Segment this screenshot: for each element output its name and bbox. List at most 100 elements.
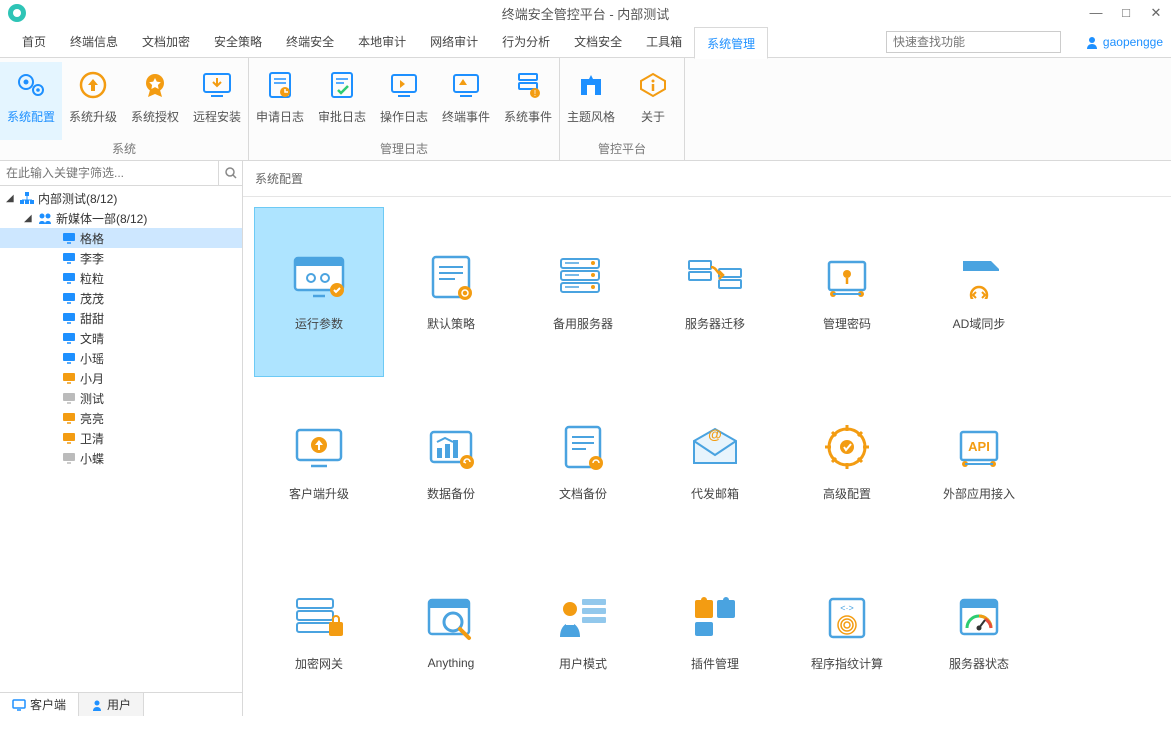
ribbon-label: 操作日志 (380, 108, 428, 125)
search-input[interactable] (886, 31, 1061, 53)
content-header: 系统配置 (243, 161, 1171, 197)
tree-node[interactable]: 李李 (0, 248, 242, 268)
minimize-button[interactable]: — (1081, 0, 1111, 26)
tree-node-label: 小蝶 (80, 450, 104, 467)
ribbon-badge[interactable]: 系统授权 (124, 62, 186, 140)
ribbon-approve-log[interactable]: 审批日志 (311, 62, 373, 140)
menu-item-5[interactable]: 本地审计 (346, 26, 418, 58)
tile-default-policy[interactable]: 默认策略 (386, 207, 516, 377)
ribbon-terminal-event[interactable]: 终端事件 (435, 62, 497, 140)
tile-advanced-config[interactable]: 高级配置 (782, 377, 912, 547)
external-api-icon: API (947, 423, 1011, 471)
maximize-button[interactable]: □ (1111, 0, 1141, 26)
tab-client[interactable]: 客户端 (0, 693, 79, 716)
tile-data-backup[interactable]: 数据备份 (386, 377, 516, 547)
caret-icon: ◢ (6, 193, 16, 204)
tree-node[interactable]: 卫清 (0, 428, 242, 448)
menu-item-7[interactable]: 行为分析 (490, 26, 562, 58)
tree-node[interactable]: 测试 (0, 388, 242, 408)
tile-label: Anything (428, 656, 475, 670)
server-migrate-icon (683, 253, 747, 301)
tile-doc-backup[interactable]: 文档备份 (518, 377, 648, 547)
tile-label: 外部应用接入 (943, 485, 1015, 502)
menu-item-1[interactable]: 终端信息 (58, 26, 130, 58)
tile-user-mode[interactable]: 用户模式 (518, 547, 648, 717)
tab-user[interactable]: 用户 (79, 693, 144, 716)
close-button[interactable]: ✕ (1141, 0, 1171, 26)
tile-plugin[interactable]: 插件管理 (650, 547, 780, 717)
advanced-config-icon (815, 423, 879, 471)
svg-text:!: ! (534, 89, 536, 98)
menu-item-6[interactable]: 网络审计 (418, 26, 490, 58)
tree-root[interactable]: ◢内部测试(8/12) (0, 188, 242, 208)
user-badge[interactable]: gaopengge (1085, 35, 1163, 49)
tile-anything[interactable]: Anything (386, 547, 516, 717)
ribbon-label: 主题风格 (567, 108, 615, 125)
tree-node-label: 茂茂 (80, 290, 104, 307)
pc-icon (62, 371, 76, 385)
menu-item-4[interactable]: 终端安全 (274, 26, 346, 58)
tile-server-status[interactable]: 服务器状态 (914, 547, 1044, 717)
tile-label: 客户端升级 (289, 485, 349, 502)
tree-node[interactable]: 亮亮 (0, 408, 242, 428)
tile-label: 服务器状态 (949, 655, 1009, 672)
left-panel: ◢内部测试(8/12)◢新媒体一部(8/12)格格李李粒粒茂茂甜甜文晴小瑶小月测… (0, 161, 243, 716)
user-name: gaopengge (1103, 35, 1163, 49)
tree-node[interactable]: 茂茂 (0, 288, 242, 308)
tile-ad-sync[interactable]: AD域同步 (914, 207, 1044, 377)
tree-node-label: 甜甜 (80, 310, 104, 327)
tile-run-params[interactable]: 运行参数 (254, 207, 384, 377)
menu-item-2[interactable]: 文档加密 (130, 26, 202, 58)
upgrade-icon (76, 68, 110, 102)
pc-icon (62, 391, 76, 405)
menu-item-0[interactable]: 首页 (10, 26, 58, 58)
tree-node[interactable]: 粒粒 (0, 268, 242, 288)
tile-admin-password[interactable]: 管理密码 (782, 207, 912, 377)
ribbon-theme[interactable]: 主题风格 (560, 62, 622, 140)
ribbon-system-event[interactable]: !系统事件 (497, 62, 559, 140)
ribbon-label: 远程安装 (193, 108, 241, 125)
tree-node[interactable]: 小蝶 (0, 448, 242, 468)
menu-item-9[interactable]: 工具箱 (634, 26, 694, 58)
ribbon-label: 系统升级 (69, 108, 117, 125)
tile-label: 程序指纹计算 (811, 655, 883, 672)
ribbon-apply-log[interactable]: 申请日志 (249, 62, 311, 140)
tile-label: 代发邮箱 (691, 485, 739, 502)
tile-label: 备用服务器 (553, 315, 613, 332)
pc-icon (62, 271, 76, 285)
tree-node[interactable]: 甜甜 (0, 308, 242, 328)
ribbon-operate-log[interactable]: 操作日志 (373, 62, 435, 140)
window-controls: — □ ✕ (1081, 0, 1171, 26)
menu-item-3[interactable]: 安全策略 (202, 26, 274, 58)
pc-icon (62, 431, 76, 445)
install-icon (200, 68, 234, 102)
ribbon-upgrade[interactable]: 系统升级 (62, 62, 124, 140)
tree-node[interactable]: 文晴 (0, 328, 242, 348)
svg-text:@: @ (708, 426, 722, 442)
ribbon-install[interactable]: 远程安装 (186, 62, 248, 140)
tree-node[interactable]: 格格 (0, 228, 242, 248)
tree-node[interactable]: 小月 (0, 368, 242, 388)
tree-group-label: 新媒体一部(8/12) (56, 210, 147, 227)
filter-search-button[interactable] (218, 161, 242, 185)
pc-icon (62, 311, 76, 325)
tile-external-api[interactable]: API 外部应用接入 (914, 377, 1044, 547)
ribbon-about[interactable]: 关于 (622, 62, 684, 140)
tile-fingerprint[interactable]: <·>程序指纹计算 (782, 547, 912, 717)
tile-encrypt-gateway[interactable]: 加密网关 (254, 547, 384, 717)
admin-password-icon (815, 253, 879, 301)
menu-item-8[interactable]: 文档安全 (562, 26, 634, 58)
ribbon-label: 系统配置 (7, 108, 55, 125)
filter-row (0, 161, 242, 186)
tree-group[interactable]: ◢新媒体一部(8/12) (0, 208, 242, 228)
pc-icon (62, 451, 76, 465)
tile-server-migrate[interactable]: 服务器迁移 (650, 207, 780, 377)
tile-client-upgrade[interactable]: 客户端升级 (254, 377, 384, 547)
badge-icon (138, 68, 172, 102)
tile-mail[interactable]: @ 代发邮箱 (650, 377, 780, 547)
tree-node[interactable]: 小瑶 (0, 348, 242, 368)
tile-backup-server[interactable]: 备用服务器 (518, 207, 648, 377)
filter-input[interactable] (0, 161, 218, 185)
ribbon-gears[interactable]: 系统配置 (0, 62, 62, 140)
menu-item-10[interactable]: 系统管理 (694, 27, 768, 59)
